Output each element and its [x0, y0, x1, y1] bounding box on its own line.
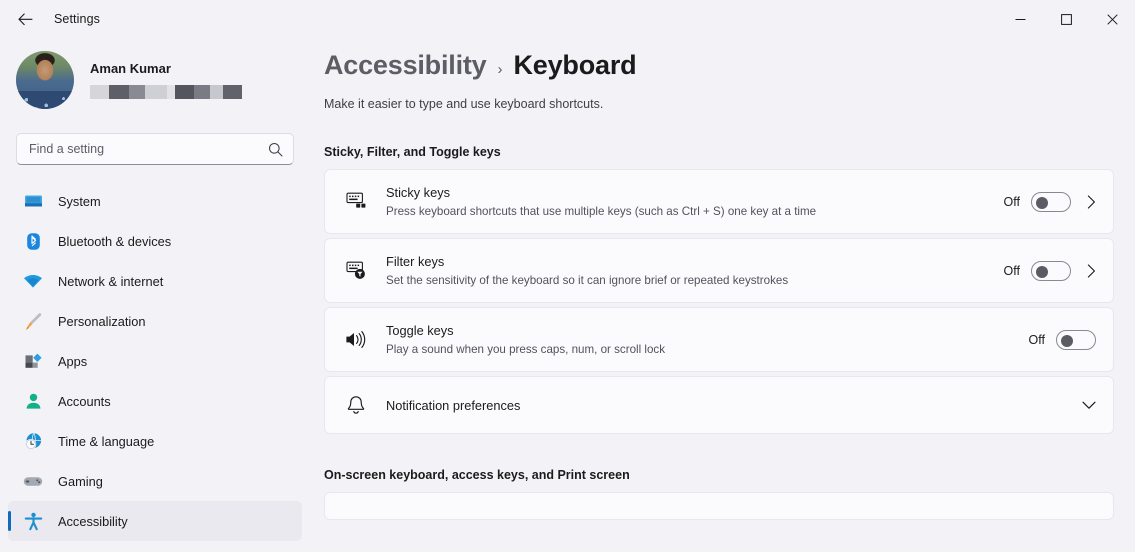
sidebar-item-label: Time & language: [58, 433, 155, 449]
section-heading-onscreen-keyboard: On-screen keyboard, access keys, and Pri…: [324, 468, 630, 482]
globe-clock-icon: [22, 430, 44, 452]
sidebar-item-gaming[interactable]: Gaming: [8, 461, 302, 501]
search-box[interactable]: [16, 133, 294, 165]
setting-title: Toggle keys: [386, 323, 454, 338]
avatar: [16, 51, 74, 109]
sidebar-nav: System Bluetooth & devices Network & int…: [0, 181, 310, 541]
breadcrumb: Accessibility › Keyboard: [324, 50, 1135, 81]
maximize-icon: [1060, 13, 1072, 25]
back-button[interactable]: [8, 4, 42, 34]
setting-subtitle: Play a sound when you press caps, num, o…: [386, 343, 666, 356]
chevron-right-icon[interactable]: [1087, 194, 1096, 209]
toggle-state-label: Off: [1028, 332, 1045, 347]
sticky-keys-toggle[interactable]: [1031, 191, 1071, 212]
breadcrumb-parent[interactable]: Accessibility: [324, 50, 487, 81]
sidebar-item-label: System: [58, 193, 101, 209]
speaker-icon: [340, 329, 372, 350]
sidebar-item-label: Accounts: [58, 393, 111, 409]
sidebar-item-accessibility[interactable]: Accessibility: [8, 501, 302, 541]
sidebar-item-label: Personalization: [58, 313, 146, 329]
sidebar-item-label: Bluetooth & devices: [58, 233, 172, 249]
wifi-icon: [22, 270, 44, 292]
bell-icon: [340, 395, 372, 416]
sidebar: Aman Kumar Find a setting System Bluetoo…: [0, 38, 310, 552]
setting-row-notification-preferences[interactable]: Notification preferences: [324, 376, 1114, 434]
filter-keys-icon: [340, 260, 372, 281]
brush-icon: [22, 310, 44, 332]
minimize-button[interactable]: [997, 0, 1043, 38]
setting-row-toggle-keys[interactable]: Toggle keys Play a sound when you press …: [324, 307, 1114, 372]
setting-title: Filter keys: [386, 254, 445, 269]
sidebar-item-network-internet[interactable]: Network & internet: [8, 261, 302, 301]
setting-subtitle: Set the sensitivity of the keyboard so i…: [386, 274, 789, 287]
page-title: Keyboard: [513, 50, 637, 80]
sidebar-item-apps[interactable]: Apps: [8, 341, 302, 381]
sidebar-item-accounts[interactable]: Accounts: [8, 381, 302, 421]
close-icon: [1106, 13, 1118, 25]
person-icon: [22, 390, 44, 412]
main-content: Accessibility › Keyboard Make it easier …: [310, 38, 1135, 552]
sidebar-item-label: Network & internet: [58, 273, 164, 289]
filter-keys-toggle[interactable]: [1031, 260, 1071, 281]
profile-email-redacted: [90, 85, 242, 99]
window-controls: [997, 0, 1135, 38]
sidebar-item-label: Accessibility: [58, 513, 128, 529]
section-heading-sticky-filter-toggle: Sticky, Filter, and Toggle keys: [324, 145, 501, 159]
sidebar-item-personalization[interactable]: Personalization: [8, 301, 302, 341]
sticky-keys-icon: [340, 191, 372, 212]
close-button[interactable]: [1089, 0, 1135, 38]
titlebar: Settings: [0, 0, 1135, 38]
setting-row-sticky-keys[interactable]: Sticky keys Press keyboard shortcuts tha…: [324, 169, 1114, 234]
bluetooth-icon: [22, 230, 44, 252]
setting-subtitle: Press keyboard shortcuts that use multip…: [386, 205, 817, 218]
chevron-down-icon[interactable]: [1082, 401, 1096, 410]
apps-icon: [22, 350, 44, 372]
sidebar-item-system[interactable]: System: [8, 181, 302, 221]
minimize-icon: [1015, 18, 1025, 20]
sidebar-item-bluetooth-devices[interactable]: Bluetooth & devices: [8, 221, 302, 261]
chevron-right-icon: ›: [497, 61, 503, 78]
back-arrow-icon: [17, 12, 33, 25]
profile-name: Aman Kumar: [90, 61, 171, 76]
sidebar-item-label: Apps: [58, 353, 88, 369]
toggle-keys-toggle[interactable]: [1056, 329, 1096, 350]
sidebar-item-time-language[interactable]: Time & language: [8, 421, 302, 461]
search-input[interactable]: [17, 134, 293, 164]
accessibility-icon: [22, 510, 44, 532]
monitor-icon: [22, 190, 44, 212]
search-icon: [268, 142, 283, 162]
setting-title: Notification preferences: [386, 397, 521, 413]
profile-card[interactable]: Aman Kumar: [16, 51, 310, 109]
gamepad-icon: [22, 470, 44, 492]
page-description: Make it easier to type and use keyboard …: [324, 97, 604, 111]
sidebar-item-label: Gaming: [58, 473, 103, 489]
toggle-state-label: Off: [1003, 263, 1020, 278]
setting-title: Sticky keys: [386, 185, 450, 200]
app-title: Settings: [54, 12, 100, 26]
setting-row-filter-keys[interactable]: Filter keys Set the sensitivity of the k…: [324, 238, 1114, 303]
maximize-button[interactable]: [1043, 0, 1089, 38]
setting-card-partial: [324, 492, 1114, 520]
chevron-right-icon[interactable]: [1087, 263, 1096, 278]
toggle-state-label: Off: [1003, 194, 1020, 209]
